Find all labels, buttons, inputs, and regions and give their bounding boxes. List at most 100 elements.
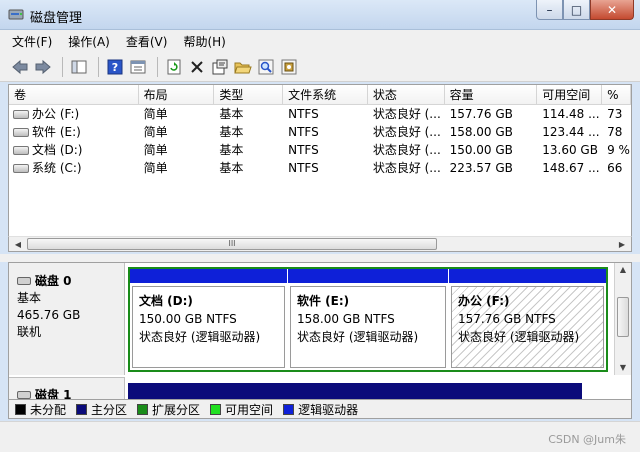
disk-0-status: 联机 (17, 325, 42, 339)
pane-splitter[interactable] (0, 254, 640, 262)
legend-item-logical-drive: 逻辑驱动器 (283, 401, 358, 418)
scroll-down-icon[interactable]: ▼ (615, 361, 631, 375)
volume-free-space: 13.60 GB (542, 143, 598, 157)
volume-layout: 简单 (143, 161, 168, 175)
column-header-percent-free[interactable]: % (602, 85, 631, 104)
toolbar-separator (157, 56, 158, 77)
back-arrow-icon (12, 59, 28, 74)
volume-type: 基本 (219, 125, 244, 139)
open-folder-button[interactable] (233, 57, 253, 77)
export-button[interactable] (279, 57, 299, 77)
close-icon: ✕ (606, 2, 618, 17)
menu-help[interactable]: 帮助(H) (183, 33, 225, 50)
disk-1-info[interactable]: 磁盘 1 (9, 377, 125, 399)
column-header-volume[interactable]: 卷 (9, 85, 139, 104)
partition-d[interactable]: 文档 (D:) 150.00 GB NTFS 状态良好 (逻辑驱动器) (130, 269, 287, 370)
scrollbar-thumb[interactable]: III (27, 238, 437, 250)
volume-layout: 简单 (143, 107, 168, 121)
logical-drive-bar (130, 269, 287, 284)
disk-0-size: 465.76 GB (17, 308, 81, 322)
help-button[interactable]: ? (105, 57, 125, 77)
volume-name: 软件 (E:) (32, 125, 81, 139)
disk-1-primary-partition-bar[interactable] (128, 383, 582, 399)
column-header-type[interactable]: 类型 (214, 85, 284, 104)
column-header-free-space[interactable]: 可用空间 (537, 85, 603, 104)
selected-partition: 办公 (F:) 157.76 GB NTFS 状态良好 (逻辑驱动器) (451, 286, 604, 368)
search-button[interactable] (256, 57, 276, 77)
volume-list-horizontal-scrollbar[interactable]: ◀ III ▶ (8, 236, 632, 252)
forward-button[interactable] (33, 57, 53, 77)
scrollbar-thumb[interactable] (617, 297, 629, 337)
column-header-layout[interactable]: 布局 (139, 85, 215, 104)
title-bar: 磁盘管理 – □ ✕ (0, 0, 640, 30)
disk-management-app-icon (8, 9, 24, 20)
volume-status: 状态良好 (... (372, 161, 441, 175)
drive-icon (13, 128, 29, 137)
legend-swatch (137, 403, 149, 415)
partition-e[interactable]: 软件 (E:) 158.00 GB NTFS 状态良好 (逻辑驱动器) (287, 269, 448, 370)
minimize-button[interactable]: – (536, 0, 563, 20)
search-icon (258, 59, 274, 74)
svg-text:?: ? (112, 61, 118, 74)
legend-item-free-space: 可用空间 (210, 401, 273, 418)
logical-drive-bar (449, 269, 606, 284)
refresh-button[interactable] (164, 57, 184, 77)
volume-percent-free: 66 (607, 161, 623, 175)
toolbar-separator (98, 56, 99, 77)
logical-drive-bar (288, 269, 448, 284)
extended-partition: 文档 (D:) 150.00 GB NTFS 状态良好 (逻辑驱动器) 软件 (… (128, 267, 608, 372)
table-row[interactable]: 文档 (D:) 简单 基本 NTFS 状态良好 (... 150.00 GB 1… (9, 141, 631, 159)
volume-filesystem: NTFS (288, 161, 319, 175)
volume-status: 状态良好 (... (372, 125, 441, 139)
volume-capacity: 158.00 GB (449, 125, 513, 139)
legend-item-extended: 扩展分区 (137, 401, 200, 418)
export-icon (281, 59, 297, 74)
settings-button[interactable] (210, 57, 230, 77)
partition-name: 软件 (E:) (297, 294, 350, 308)
disk-view-vertical-scrollbar[interactable]: ▲ ▼ (614, 263, 631, 375)
properties-button[interactable] (128, 57, 148, 77)
table-row[interactable]: 办公 (F:) 简单 基本 NTFS 状态良好 (... 157.76 GB 1… (9, 105, 631, 123)
refresh-icon (167, 59, 181, 74)
menu-action[interactable]: 操作(A) (68, 33, 110, 50)
partition-f[interactable]: 办公 (F:) 157.76 GB NTFS 状态良好 (逻辑驱动器) (448, 269, 606, 370)
open-folder-icon (234, 62, 252, 73)
forward-arrow-icon (35, 59, 51, 74)
disk-0-info[interactable]: 磁盘 0 基本 465.76 GB 联机 (9, 263, 125, 375)
window-controls: – □ ✕ (536, 0, 634, 20)
disk-view: 磁盘 0 基本 465.76 GB 联机 文档 (D:) 150.00 GB N… (8, 262, 632, 400)
volume-type: 基本 (219, 107, 244, 121)
toolbar-separator (62, 56, 63, 77)
scrollbar-grip: III (228, 239, 236, 248)
drive-icon (13, 146, 29, 155)
scroll-left-icon[interactable]: ◀ (10, 237, 26, 251)
volume-free-space: 114.48 ... (542, 107, 600, 121)
legend-swatch (283, 403, 295, 415)
scroll-up-icon[interactable]: ▲ (615, 263, 631, 277)
column-header-filesystem[interactable]: 文件系统 (283, 85, 368, 104)
settings-icon (212, 59, 228, 74)
maximize-button[interactable]: □ (563, 0, 590, 20)
menu-file[interactable]: 文件(F) (12, 33, 52, 50)
column-header-capacity[interactable]: 容量 (445, 85, 538, 104)
console-tree-button[interactable] (69, 57, 89, 77)
menu-view[interactable]: 查看(V) (126, 33, 168, 50)
legend-item-unallocated: 未分配 (15, 401, 66, 418)
back-button[interactable] (10, 57, 30, 77)
scroll-right-icon[interactable]: ▶ (614, 237, 630, 251)
maximize-icon: □ (570, 2, 583, 17)
volume-list-header: 卷 布局 类型 文件系统 状态 容量 可用空间 % (9, 85, 631, 105)
delete-icon (191, 60, 203, 73)
volume-type: 基本 (219, 161, 244, 175)
table-row[interactable]: 软件 (E:) 简单 基本 NTFS 状态良好 (... 158.00 GB 1… (9, 123, 631, 141)
properties-icon (130, 60, 146, 73)
legend-swatch (15, 403, 26, 415)
table-row[interactable]: 系统 (C:) 简单 基本 NTFS 状态良好 (... 223.57 GB 1… (9, 159, 631, 177)
close-button[interactable]: ✕ (590, 0, 634, 20)
disk-icon (17, 277, 31, 285)
column-header-status[interactable]: 状态 (368, 85, 445, 104)
console-tree-icon (71, 60, 87, 73)
delete-button[interactable] (187, 57, 207, 77)
partition-name: 文档 (D:) (139, 294, 193, 308)
toolbar: ? (0, 52, 640, 82)
